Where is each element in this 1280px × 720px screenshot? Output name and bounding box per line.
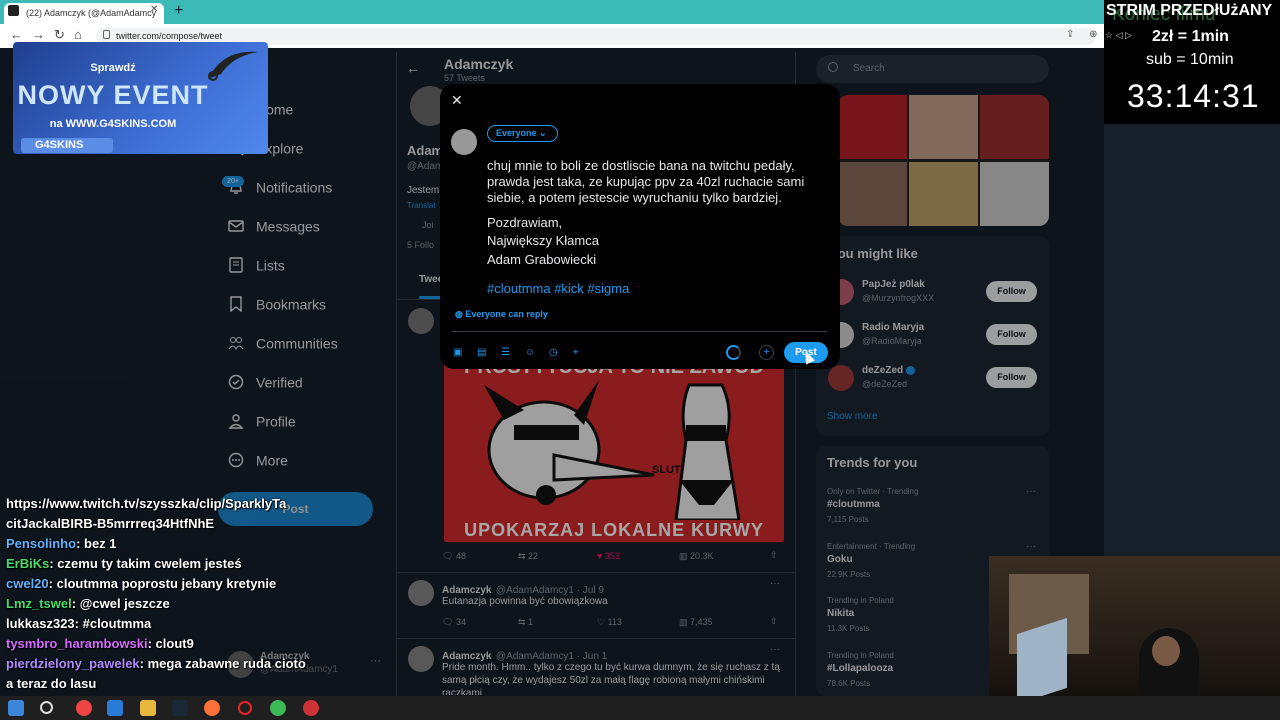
emoji-icon[interactable]: ☺	[525, 347, 535, 358]
taskbar-search-icon[interactable]	[40, 701, 53, 714]
chat-text: : mega zabawne ruda cioto	[139, 656, 306, 671]
chat-message: lukkasz323: #cloutmma	[6, 614, 386, 634]
chat-username[interactable]: lukkasz323	[6, 616, 75, 631]
chat-text: citJackalBIRB-B5mrrreq34HtfNhE	[6, 516, 215, 531]
store-icon[interactable]	[107, 700, 123, 716]
subathon-rate: 2zł = 1min	[1152, 28, 1229, 45]
browser-tab[interactable]: (22) Adamczyk (@AdamAdamcy	[4, 3, 164, 24]
schedule-icon[interactable]: ◷	[549, 347, 558, 358]
compose-avatar	[451, 129, 477, 155]
add-post-icon[interactable]: +	[759, 345, 774, 360]
folder-icon[interactable]	[140, 700, 156, 716]
reload-icon[interactable]: ↻	[54, 27, 65, 43]
chat-message: Lmz_tswel: @cwel jeszcze	[6, 594, 386, 614]
lock-icon	[103, 30, 110, 39]
poll-icon[interactable]: ☰	[501, 347, 510, 358]
banner-line1: Sprawdź	[90, 62, 136, 74]
opera-icon[interactable]	[238, 701, 252, 715]
location-icon[interactable]: ⌖	[573, 347, 579, 358]
webcam-face	[1152, 636, 1180, 666]
subathon-timer: 33:14:31	[1127, 78, 1260, 114]
stream-chat: https://www.twitch.tv/szysszka/clip/Spar…	[6, 494, 386, 694]
subathon-title: STRIM PRZEDłUżANY	[1106, 2, 1273, 19]
chat-username[interactable]: Pensolinho	[6, 536, 76, 551]
chat-message: cwel20: cloutmma poprostu jebany kretyni…	[6, 574, 386, 594]
divider	[452, 331, 827, 332]
gif-icon[interactable]: ▤	[477, 347, 486, 358]
tab-favicon-icon	[8, 5, 19, 16]
chat-text: : #cloutmma	[74, 616, 152, 631]
event-banner[interactable]: Sprawdź NOWY EVENT na WWW.G4SKINS.COM G4…	[13, 42, 268, 154]
banner-logo: G4SKINS	[21, 138, 113, 153]
chat-username[interactable]: Lmz_tswel	[6, 596, 72, 611]
media-controls-icon: ☆ ◁ ▷	[1105, 30, 1132, 40]
tab-close-icon[interactable]: ✕	[150, 4, 158, 15]
chat-username[interactable]: ErBiKs	[6, 556, 49, 571]
chat-text: : bez 1	[76, 536, 117, 551]
chat-text: : clout9	[147, 636, 194, 651]
chat-message: a teraz do lasu	[6, 674, 386, 694]
webcam-monitor	[1017, 617, 1067, 705]
compose-signature[interactable]: Pozdrawiam, Największy Kłamca Adam Grabo…	[487, 215, 599, 269]
compose-sig-line: Największy Kłamca	[487, 233, 599, 248]
compose-textarea[interactable]: chuj mnie to boli ze dostliscie bana na …	[487, 158, 827, 206]
chat-message: ErBiKs: czemu ty takim cwelem jesteś	[6, 554, 386, 574]
banner-line3: na WWW.G4SKINS.COM	[49, 118, 177, 130]
compose-hashtags[interactable]: #cloutmma #kick #sigma	[487, 281, 629, 296]
chat-text: a teraz do lasu	[6, 676, 97, 691]
char-count-ring	[726, 345, 741, 360]
chat-text: : cloutmma poprostu jebany kretynie	[48, 576, 277, 591]
firefox-icon[interactable]	[204, 700, 220, 716]
audience-selector[interactable]: Everyone ⌄	[487, 125, 558, 142]
chat-username[interactable]: pierdzielony_pawelek	[6, 656, 140, 671]
windows-start-icon[interactable]	[8, 700, 24, 716]
chat-message: https://www.twitch.tv/szysszka/clip/Spar…	[6, 494, 386, 514]
chrome-icon-2[interactable]	[270, 700, 286, 716]
obs-icon[interactable]	[303, 700, 319, 716]
chevron-down-icon: ⌄	[539, 128, 547, 138]
chat-username[interactable]: tysmbro_harambowski	[6, 636, 148, 651]
globe-icon: ◍	[455, 309, 463, 319]
home-browser-icon[interactable]: ⌂	[74, 27, 82, 42]
compose-sig-line: Adam Grabowiecki	[487, 252, 597, 267]
back-icon[interactable]: ←	[10, 27, 23, 42]
chat-username[interactable]: cwel20	[6, 576, 49, 591]
new-tab-icon[interactable]: +	[174, 2, 183, 20]
compose-greeting: Pozdrawiam,	[487, 215, 563, 230]
steam-icon[interactable]	[172, 700, 188, 716]
image-icon[interactable]: ▣	[453, 347, 462, 358]
chat-text: : @cwel jeszcze	[71, 596, 170, 611]
chat-message: citJackalBIRB-B5mrrreq34HtfNhE	[6, 514, 386, 534]
browser-tab-bar	[0, 0, 1280, 24]
forward-icon[interactable]: →	[32, 27, 45, 42]
chat-message: pierdzielony_pawelek: mega zabawne ruda …	[6, 654, 386, 674]
chrome-icon[interactable]	[76, 700, 92, 716]
chat-text: : czemu ty takim cwelem jesteś	[49, 556, 242, 571]
reply-setting[interactable]: ◍ Everyone can reply	[455, 309, 548, 320]
banner-line2: NOWY EVENT	[17, 80, 209, 110]
subathon-sub-rate: sub = 10min	[1146, 51, 1234, 68]
chat-message: tysmbro_harambowski: clout9	[6, 634, 386, 654]
chat-text: https://www.twitch.tv/szysszka/clip/Spar…	[6, 496, 287, 511]
close-icon[interactable]: ✕	[451, 92, 463, 109]
knife-icon	[208, 51, 258, 81]
taskbar	[0, 696, 1280, 720]
chat-message: Pensolinho: bez 1	[6, 534, 386, 554]
